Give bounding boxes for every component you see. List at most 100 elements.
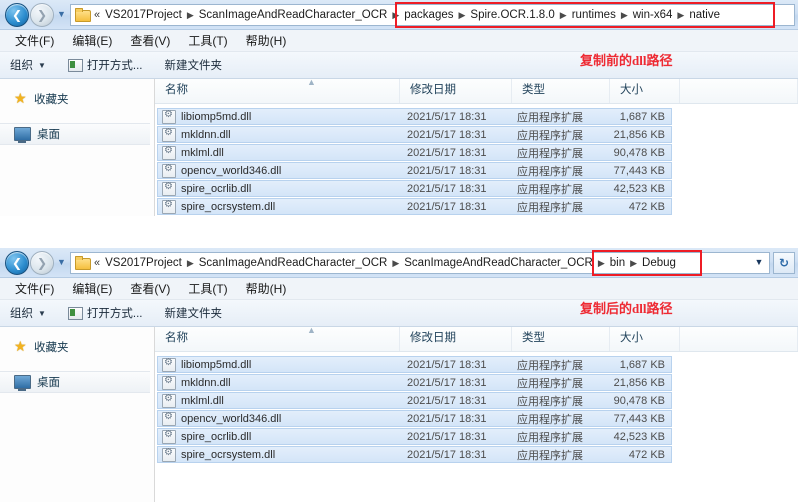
file-name-cell: spire_ocrsystem.dll (158, 199, 401, 214)
navigation-pane-top: 收藏夹 桌面 (0, 79, 155, 216)
column-header-size[interactable]: 大小 (610, 327, 680, 351)
history-dropdown-bottom[interactable]: ▼ (55, 258, 68, 267)
file-date-cell: 2021/5/17 18:31 (407, 412, 487, 425)
organize-button-top[interactable]: 组织 ▼ (10, 57, 46, 73)
back-arrow-icon: ❮ (11, 255, 23, 270)
caret-down-icon: ▼ (38, 60, 46, 70)
file-name-text: spire_ocrsystem.dll (181, 448, 276, 461)
menu-tools-top[interactable]: 工具(T) (179, 31, 236, 51)
file-type-cell: 应用程序扩展 (517, 147, 583, 160)
menu-edit-top[interactable]: 编辑(E) (63, 31, 121, 51)
breadcrumb-item-scanimage[interactable]: ScanImageAndReadCharacter_OCR (196, 7, 391, 23)
file-type-cell: 应用程序扩展 (517, 449, 583, 462)
sidebar-item-favorites-bottom[interactable]: 收藏夹 (0, 337, 154, 357)
file-name-cell: spire_ocrsystem.dll (158, 447, 401, 462)
breadcrumb-item-spire-ocr[interactable]: Spire.OCR.1.8.0 (467, 7, 557, 23)
table-row[interactable]: opencv_world346.dll 2021/5/17 18:31 应用程序… (157, 410, 672, 427)
breadcrumb-separator-icon: ▶ (392, 9, 400, 20)
back-button-top[interactable]: ❮ (5, 2, 29, 27)
dll-file-icon (162, 357, 176, 372)
new-folder-button-bottom[interactable]: 新建文件夹 (165, 305, 223, 321)
menu-help-bottom[interactable]: 帮助(H) (237, 279, 296, 299)
open-with-button-bottom[interactable]: 打开方式... (67, 305, 143, 321)
sidebar-item-label: 桌面 (37, 377, 60, 389)
column-header-name[interactable]: 名称 (155, 79, 400, 103)
window-gap (0, 230, 798, 248)
file-type-cell: 应用程序扩展 (517, 201, 583, 214)
breadcrumb-item-native[interactable]: native (686, 7, 723, 23)
column-header-date[interactable]: 修改日期 (400, 327, 512, 351)
table-row[interactable]: opencv_world346.dll 2021/5/17 18:31 应用程序… (157, 162, 672, 179)
menu-help-top[interactable]: 帮助(H) (237, 31, 296, 51)
open-with-icon (67, 306, 83, 320)
breadcrumb-separator-icon: ▶ (620, 9, 628, 20)
column-header-type[interactable]: 类型 (512, 79, 610, 103)
menu-file-bottom[interactable]: 文件(F) (6, 279, 63, 299)
sidebar-item-label: 收藏夹 (34, 94, 69, 106)
breadcrumb-bottom[interactable]: « VS2017Project ▶ ScanImageAndReadCharac… (70, 251, 770, 274)
breadcrumb-item-bin[interactable]: bin (607, 255, 628, 271)
address-dropdown-bottom[interactable]: ▼ (751, 258, 767, 267)
sidebar-item-favorites-top[interactable]: 收藏夹 (0, 89, 154, 109)
table-row[interactable]: libiomp5md.dll 2021/5/17 18:31 应用程序扩展 1,… (157, 108, 672, 125)
breadcrumb-separator-icon: ▶ (597, 257, 605, 268)
breadcrumb-item-packages[interactable]: packages (401, 7, 456, 23)
breadcrumb-separator-icon: ▶ (186, 257, 194, 268)
breadcrumb-item-win-x64[interactable]: win-x64 (630, 7, 676, 23)
file-name-text: mklml.dll (181, 394, 224, 407)
column-header-name[interactable]: 名称 (155, 327, 400, 351)
breadcrumb-separator-icon: ▶ (458, 9, 466, 20)
forward-button-top[interactable]: ❯ (30, 2, 54, 27)
table-row[interactable]: spire_ocrsystem.dll 2021/5/17 18:31 应用程序… (157, 446, 672, 463)
menu-tools-bottom[interactable]: 工具(T) (179, 279, 236, 299)
file-type-cell: 应用程序扩展 (517, 359, 583, 372)
desktop-monitor-icon (14, 375, 31, 391)
breadcrumb-item-scanimage-solution[interactable]: ScanImageAndReadCharacter_OCR (196, 255, 391, 271)
open-with-label: 打开方式... (86, 60, 143, 72)
menu-edit-bottom[interactable]: 编辑(E) (63, 279, 121, 299)
table-row[interactable]: mklml.dll 2021/5/17 18:31 应用程序扩展 90,478 … (157, 144, 672, 161)
window-body-top: 收藏夹 桌面 名称 修改日期 类型 大小 ▲ (0, 78, 798, 216)
file-size-cell: 21,856 KB (613, 128, 665, 141)
sidebar-item-desktop-bottom[interactable]: 桌面 (0, 371, 150, 393)
new-folder-button-top[interactable]: 新建文件夹 (165, 57, 223, 73)
menu-view-top[interactable]: 查看(V) (121, 31, 179, 51)
folder-icon (75, 256, 91, 270)
table-row[interactable]: libiomp5md.dll 2021/5/17 18:31 应用程序扩展 1,… (157, 356, 672, 373)
breadcrumb-list-top: « VS2017Project ▶ ScanImageAndReadCharac… (93, 7, 792, 23)
column-header-type[interactable]: 类型 (512, 327, 610, 351)
breadcrumb-item-scanimage-project[interactable]: ScanImageAndReadCharacter_OCR (401, 255, 596, 271)
table-row[interactable]: spire_ocrlib.dll 2021/5/17 18:31 应用程序扩展 … (157, 180, 672, 197)
breadcrumb-top[interactable]: « VS2017Project ▶ ScanImageAndReadCharac… (70, 3, 795, 26)
toolbar-bottom: 组织 ▼ 打开方式... 新建文件夹 (0, 300, 798, 327)
file-size-cell: 472 KB (628, 200, 665, 213)
sidebar-item-desktop-top[interactable]: 桌面 (0, 123, 150, 145)
file-name-cell: mkldnn.dll (158, 127, 401, 142)
file-type-cell: 应用程序扩展 (517, 413, 583, 426)
table-row[interactable]: mklml.dll 2021/5/17 18:31 应用程序扩展 90,478 … (157, 392, 672, 409)
refresh-button-bottom[interactable]: ↻ (773, 251, 795, 274)
table-row[interactable]: mkldnn.dll 2021/5/17 18:31 应用程序扩展 21,856… (157, 374, 672, 391)
breadcrumb-item-vs2017project[interactable]: VS2017Project (102, 255, 185, 271)
breadcrumb-item-runtimes[interactable]: runtimes (569, 7, 619, 23)
file-name-cell: mklml.dll (158, 393, 401, 408)
table-row[interactable]: mkldnn.dll 2021/5/17 18:31 应用程序扩展 21,856… (157, 126, 672, 143)
forward-button-bottom[interactable]: ❯ (30, 250, 54, 275)
breadcrumb-item-vs2017project[interactable]: VS2017Project (102, 7, 185, 23)
file-name-cell: libiomp5md.dll (158, 357, 401, 372)
organize-button-bottom[interactable]: 组织 ▼ (10, 305, 46, 321)
column-header-date[interactable]: 修改日期 (400, 79, 512, 103)
open-with-button-top[interactable]: 打开方式... (67, 57, 143, 73)
address-bar-bottom: ❮ ❯ ▼ « VS2017Project ▶ ScanImageAndRead… (0, 248, 798, 278)
menu-view-bottom[interactable]: 查看(V) (121, 279, 179, 299)
table-row[interactable]: spire_ocrlib.dll 2021/5/17 18:31 应用程序扩展 … (157, 428, 672, 445)
history-dropdown-top[interactable]: ▼ (55, 10, 68, 19)
column-header-size[interactable]: 大小 (610, 79, 680, 103)
table-row[interactable]: spire_ocrsystem.dll 2021/5/17 18:31 应用程序… (157, 198, 672, 215)
file-date-cell: 2021/5/17 18:31 (407, 110, 487, 123)
file-type-cell: 应用程序扩展 (517, 129, 583, 142)
breadcrumb-item-debug[interactable]: Debug (639, 255, 679, 271)
menu-file-top[interactable]: 文件(F) (6, 31, 63, 51)
back-button-bottom[interactable]: ❮ (5, 250, 29, 275)
